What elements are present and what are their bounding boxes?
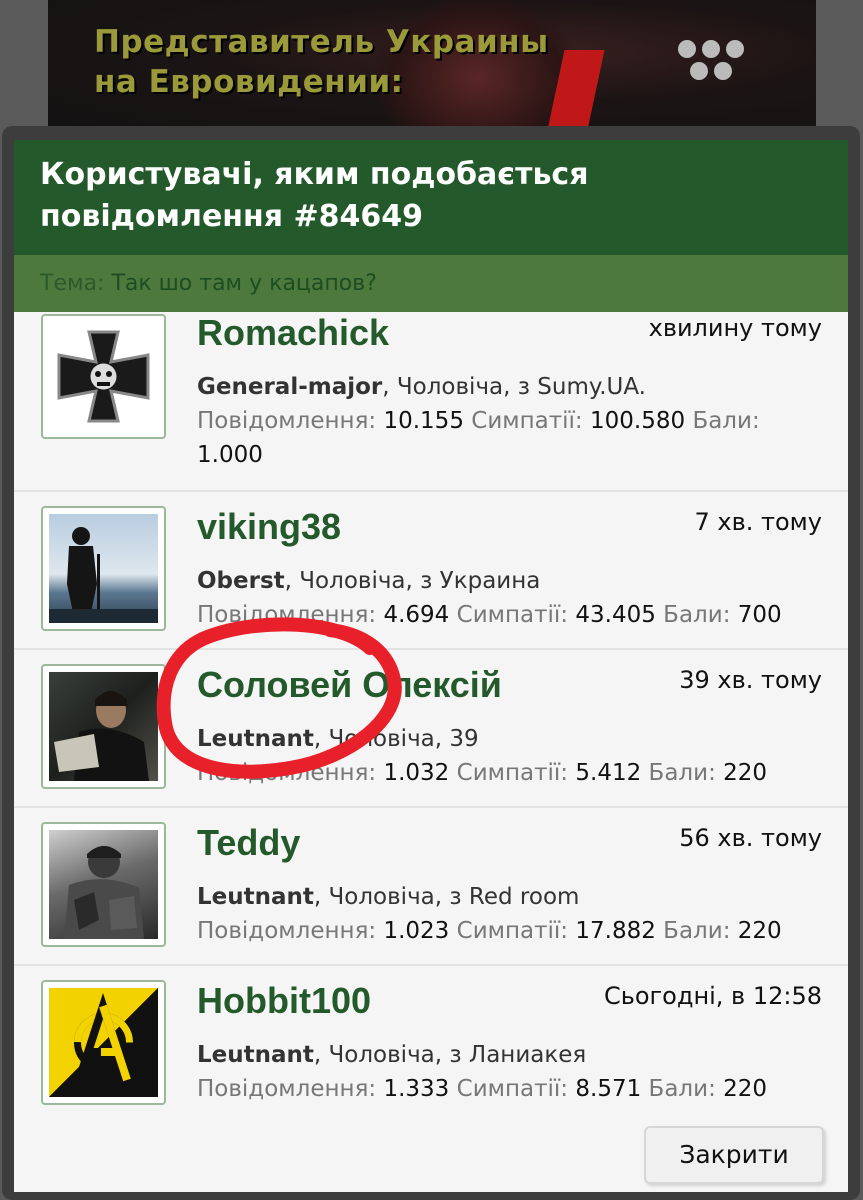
messages-label: Повідомлення: (197, 1076, 377, 1102)
likes-label: Симпатії: (456, 1076, 569, 1102)
topic-bar: Тема: Так шо там у кацапов? (14, 255, 848, 313)
user-stats: Повідомлення: 1.032 Симпатії: 5.412 Бали… (197, 756, 798, 790)
user-info: , Чоловіча, з Украина (284, 568, 541, 594)
user-stats: Повідомлення: 1.023 Симпатії: 17.882 Бал… (197, 914, 798, 948)
like-time: хвилину тому (648, 314, 822, 342)
anarchy-symbol-icon (49, 988, 158, 1097)
likes-value: 5.412 (575, 760, 642, 786)
soldier-photo (49, 830, 158, 939)
avatar[interactable] (41, 506, 166, 631)
points-value: 220 (723, 760, 768, 786)
avatar[interactable] (41, 664, 166, 789)
iron-cross-skull-icon (49, 322, 158, 431)
user-stats: Повідомлення: 1.333 Симпатії: 8.571 Бали… (197, 1072, 798, 1106)
user-title-line: Oberst, Чоловіча, з Украина (197, 568, 540, 594)
avatar[interactable] (41, 314, 166, 439)
topic-link[interactable]: Так шо там у кацапов? (111, 271, 376, 296)
user-list[interactable]: Romachick хвилину тому General-major, Чо… (14, 312, 848, 1112)
username-link[interactable]: Romachick (197, 312, 389, 354)
man-reading-photo (49, 672, 158, 781)
messages-value: 1.032 (383, 760, 450, 786)
points-label: Бали: (692, 408, 760, 434)
list-item: Hobbit100 Сьогодні, в 12:58 Leutnant, Чо… (14, 966, 848, 1112)
list-item: Соловей Олексій 39 хв. тому Leutnant, Чо… (14, 650, 848, 808)
topic-label: Тема: (40, 271, 105, 296)
user-info: , Чоловіча, з Sumy.UA. (382, 374, 646, 400)
user-rank: Leutnant (197, 884, 314, 910)
messages-value: 1.023 (383, 918, 450, 944)
points-value: 220 (723, 1076, 768, 1102)
messages-value: 10.155 (383, 408, 464, 434)
messages-label: Повідомлення: (197, 408, 377, 434)
username-link[interactable]: Teddy (197, 822, 300, 864)
banner-line-1: Представитель Украины (94, 24, 549, 60)
points-label: Бали: (648, 1076, 716, 1102)
likes-dialog: Користувачі, яким подобається повідомлен… (14, 140, 848, 1192)
user-title-line: Leutnant, Чоловіча, з Ланиакея (197, 1042, 586, 1068)
points-label: Бали: (663, 918, 731, 944)
banner-line-2: на Евровидении: (94, 64, 404, 100)
user-rank: General-major (197, 374, 383, 400)
user-info: , Чоловіча, 39 (313, 726, 479, 752)
likes-label: Симпатії: (456, 918, 569, 944)
user-stats: Повідомлення: 10.155 Симпатії: 100.580 Б… (197, 404, 798, 472)
likes-label: Симпатії: (471, 408, 583, 434)
list-item: Teddy 56 хв. тому Leutnant, Чоловіча, з … (14, 808, 848, 966)
user-stats: Повідомлення: 4.694 Симпатії: 43.405 Бал… (197, 598, 798, 632)
likes-value: 43.405 (575, 602, 656, 628)
points-value: 220 (737, 918, 782, 944)
points-label: Бали: (648, 760, 716, 786)
username-link[interactable]: viking38 (197, 506, 341, 548)
user-title-line: Leutnant, Чоловіча, 39 (197, 726, 479, 752)
points-label: Бали: (663, 602, 731, 628)
banner-badge-icon (678, 40, 758, 100)
messages-value: 4.694 (383, 602, 450, 628)
like-time: 7 хв. тому (694, 508, 822, 536)
messages-value: 1.333 (383, 1076, 450, 1102)
background-banner: Представитель Украины на Евровидении: (48, 0, 816, 130)
list-item: Romachick хвилину тому General-major, Чо… (14, 312, 848, 492)
likes-value: 8.571 (575, 1076, 642, 1102)
banner-text: Представитель Украины на Евровидении: (94, 22, 549, 102)
user-rank: Leutnant (197, 726, 314, 752)
messages-label: Повідомлення: (197, 602, 377, 628)
points-value: 700 (737, 602, 782, 628)
user-title-line: General-major, Чоловіча, з Sumy.UA. (197, 374, 646, 400)
like-time: Сьогодні, в 12:58 (603, 982, 822, 1010)
messages-label: Повідомлення: (197, 918, 377, 944)
avatar[interactable] (41, 822, 166, 947)
user-info: , Чоловіча, з Red room (313, 884, 580, 910)
user-rank: Leutnant (197, 1042, 314, 1068)
like-time: 39 хв. тому (679, 666, 822, 694)
like-time: 56 хв. тому (679, 824, 822, 852)
likes-label: Симпатії: (456, 602, 569, 628)
username-link[interactable]: Hobbit100 (197, 980, 371, 1022)
points-value: 1.000 (197, 442, 263, 468)
messages-label: Повідомлення: (197, 760, 377, 786)
close-button[interactable]: Закрити (644, 1126, 824, 1184)
likes-value: 100.580 (590, 408, 686, 434)
username-link[interactable]: Соловей Олексій (197, 664, 502, 706)
user-rank: Oberst (197, 568, 285, 594)
user-title-line: Leutnant, Чоловіча, з Red room (197, 884, 579, 910)
avatar[interactable] (41, 980, 166, 1105)
dialog-title: Користувачі, яким подобається повідомлен… (14, 140, 848, 255)
likes-value: 17.882 (575, 918, 656, 944)
user-info: , Чоловіча, з Ланиакея (313, 1042, 587, 1068)
list-item: viking38 7 хв. тому Oberst, Чоловіча, з … (14, 492, 848, 650)
viking-silhouette-photo (49, 514, 158, 623)
likes-label: Симпатії: (456, 760, 569, 786)
